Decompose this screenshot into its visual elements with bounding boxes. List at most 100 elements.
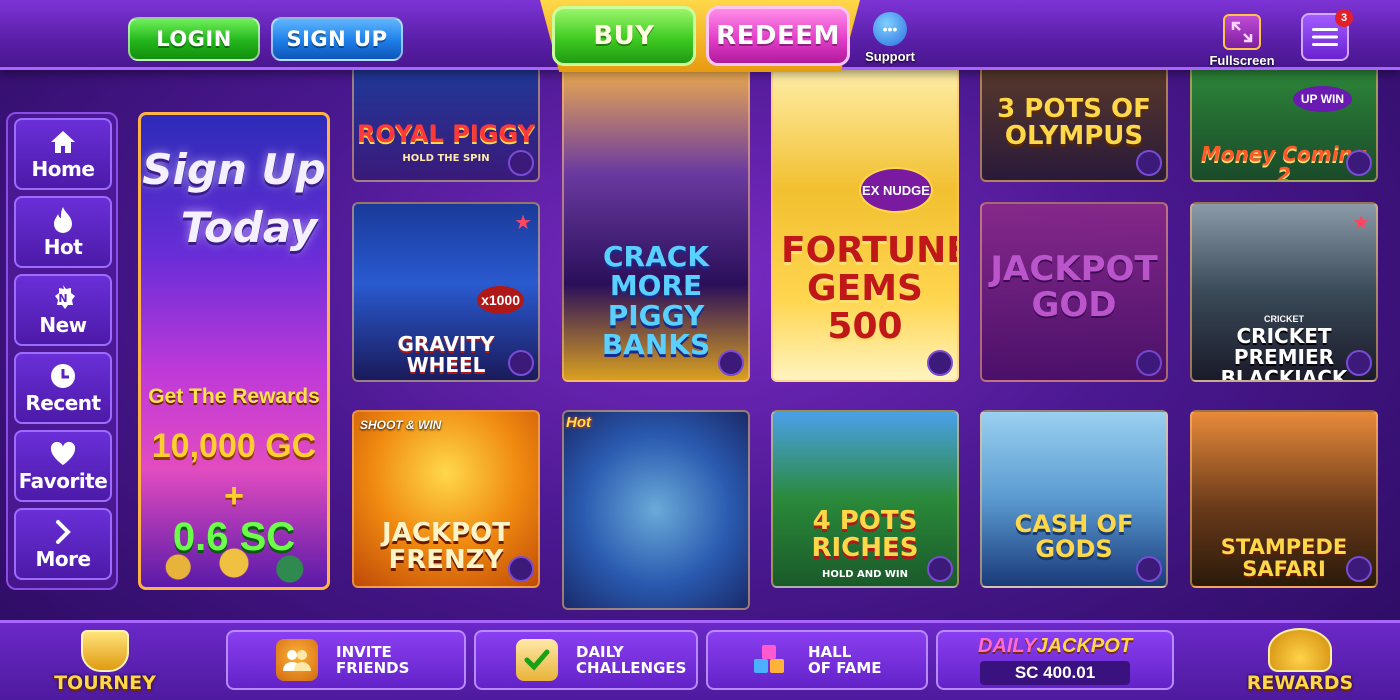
promo-plus: +	[224, 477, 244, 515]
game-tile[interactable]: STAMPEDE SAFARI	[1190, 410, 1378, 588]
game-tile[interactable]: ★ CRICKET CRICKET PREMIER BLACKJACK	[1190, 202, 1378, 382]
favorite-toggle[interactable]	[1136, 556, 1162, 582]
favorite-toggle[interactable]	[508, 556, 534, 582]
invite-label-line2: FRIENDS	[336, 659, 410, 677]
favorite-toggle[interactable]	[508, 350, 534, 376]
sidebar-item-label: New	[39, 312, 87, 337]
star-icon: ★	[514, 212, 532, 234]
game-title: 3 POTS OF OLYMPUS	[997, 94, 1151, 152]
redeem-button[interactable]: REDEEM	[706, 6, 850, 66]
flame-icon	[48, 206, 78, 234]
menu-button[interactable]: 3	[1301, 9, 1353, 61]
clock-icon	[48, 362, 78, 390]
sidebar-item-label: More	[35, 546, 91, 571]
daily-challenges-button[interactable]: DAILY CHALLENGES	[474, 630, 698, 690]
game-tile[interactable]: UP WIN Money Coming 2	[1190, 70, 1378, 182]
favorite-toggle[interactable]	[718, 350, 744, 376]
chevron-right-icon	[48, 518, 78, 546]
jackpot-value: SC 400.01	[980, 661, 1130, 685]
game-tile[interactable]: EX NUDGE FORTUNE GEMS 500	[771, 70, 959, 382]
bottom-bar	[0, 620, 1400, 700]
sidebar-item-more[interactable]: More	[14, 508, 112, 580]
sidebar: Home Hot N New Recent Favorite More	[6, 112, 118, 590]
notification-badge: 3	[1335, 9, 1353, 27]
support-label: Support	[865, 49, 915, 64]
favorite-toggle[interactable]	[927, 350, 953, 376]
game-tile[interactable]: 4 POTS RICHES HOLD AND WIN	[771, 410, 959, 588]
sidebar-item-hot[interactable]: Hot	[14, 196, 112, 268]
sidebar-item-new[interactable]: N New	[14, 274, 112, 346]
favorite-toggle[interactable]	[1346, 556, 1372, 582]
buy-button[interactable]: BUY	[552, 6, 696, 66]
coin-stack-icon	[1268, 628, 1332, 672]
daily-label-line2: CHALLENGES	[576, 659, 687, 677]
rewards-label: REWARDS	[1246, 672, 1354, 694]
daily-label-line1: DAILY	[576, 642, 624, 661]
fullscreen-label: Fullscreen	[1209, 53, 1275, 68]
favorite-toggle[interactable]	[1346, 150, 1372, 176]
fullscreen-button[interactable]: Fullscreen	[1208, 14, 1276, 68]
login-button[interactable]: LOGIN	[128, 17, 260, 61]
sidebar-item-recent[interactable]: Recent	[14, 352, 112, 424]
game-title: CASH OF GODS	[1014, 510, 1134, 564]
jackpot-title-daily: DAILY	[977, 635, 1037, 657]
favorite-toggle[interactable]	[927, 556, 953, 582]
game-tile[interactable]: Hot	[562, 410, 750, 610]
game-title: CRACK MORE PIGGY BANKS	[601, 240, 711, 362]
promo-gc-amount: 10,000 GC	[151, 427, 317, 465]
game-tile[interactable]: ROYAL PIGGY HOLD THE SPIN	[352, 70, 540, 182]
signup-promo-banner[interactable]: Sign Up Today Get The Rewards 10,000 GC …	[138, 112, 330, 590]
game-tile[interactable]: ★ x1000 GRAVITY WHEEL	[352, 202, 540, 382]
game-title: JACKPOT GOD	[990, 249, 1158, 325]
game-tile[interactable]: 3 POTS OF OLYMPUS	[980, 70, 1168, 182]
sidebar-item-label: Recent	[25, 390, 101, 415]
chat-bubble-icon: •••	[873, 12, 907, 46]
blocks-icon	[748, 639, 790, 681]
signup-button[interactable]: SIGN UP	[271, 17, 403, 61]
checklist-icon	[516, 639, 558, 681]
heart-icon	[48, 440, 78, 468]
favorite-toggle[interactable]	[1136, 350, 1162, 376]
game-tile[interactable]: CASH OF GODS	[980, 410, 1168, 588]
hall-of-fame-button[interactable]: HALL OF FAME	[706, 630, 928, 690]
sidebar-item-home[interactable]: Home	[14, 118, 112, 190]
hot-badge: Hot	[566, 414, 591, 431]
invite-label-line1: INVITE	[336, 642, 392, 661]
hall-label-line1: HALL	[808, 642, 852, 661]
new-badge-icon: N	[48, 284, 78, 312]
game-tile[interactable]: CRACK MORE PIGGY BANKS	[562, 70, 750, 382]
trophy-icon	[81, 630, 129, 672]
home-icon	[48, 128, 78, 156]
game-tile[interactable]: SHOOT & WIN JACKPOT FRENZY	[352, 410, 540, 588]
hall-label-line2: OF FAME	[808, 659, 882, 677]
tourney-button[interactable]: TOURNEY	[40, 620, 170, 700]
friends-icon	[276, 639, 318, 681]
coin-pile-icon	[141, 547, 327, 587]
jackpot-title-jackpot: JACKPOT	[1036, 635, 1133, 657]
support-button[interactable]: ••• Support	[862, 12, 918, 64]
game-tile[interactable]: JACKPOT GOD	[980, 202, 1168, 382]
game-badge: CRICKET	[1264, 314, 1304, 324]
top-bar: LOGIN SIGN UP BUY REDEEM ••• Support Ful…	[0, 0, 1400, 72]
game-title: 4 POTS RICHES	[811, 506, 919, 564]
game-badge: UP WIN	[1292, 86, 1352, 112]
favorite-toggle[interactable]	[1346, 350, 1372, 376]
rewards-button[interactable]: REWARDS	[1240, 615, 1360, 700]
sidebar-item-label: Favorite	[18, 468, 108, 493]
daily-jackpot-title: DAILYJACKPOT	[978, 635, 1132, 658]
favorite-toggle[interactable]	[1136, 150, 1162, 176]
game-grid: ROYAL PIGGY HOLD THE SPIN CRACK MORE PIG…	[350, 70, 1380, 620]
promo-heading-line1: Sign Up	[142, 145, 326, 194]
invite-friends-button[interactable]: INVITE FRIENDS	[226, 630, 466, 690]
svg-text:N: N	[58, 292, 67, 305]
hamburger-icon	[1312, 28, 1338, 46]
fullscreen-icon	[1223, 14, 1261, 50]
game-badge: EX NUDGE	[859, 167, 933, 213]
favorite-toggle[interactable]	[508, 150, 534, 176]
daily-jackpot-panel[interactable]: DAILYJACKPOT SC 400.01	[936, 630, 1174, 690]
promo-subtitle: Get The Rewards	[148, 385, 320, 408]
game-badge: x1000	[477, 286, 524, 314]
sidebar-item-label: Home	[31, 156, 95, 181]
tourney-label: TOURNEY	[54, 672, 156, 694]
sidebar-item-favorite[interactable]: Favorite	[14, 430, 112, 502]
